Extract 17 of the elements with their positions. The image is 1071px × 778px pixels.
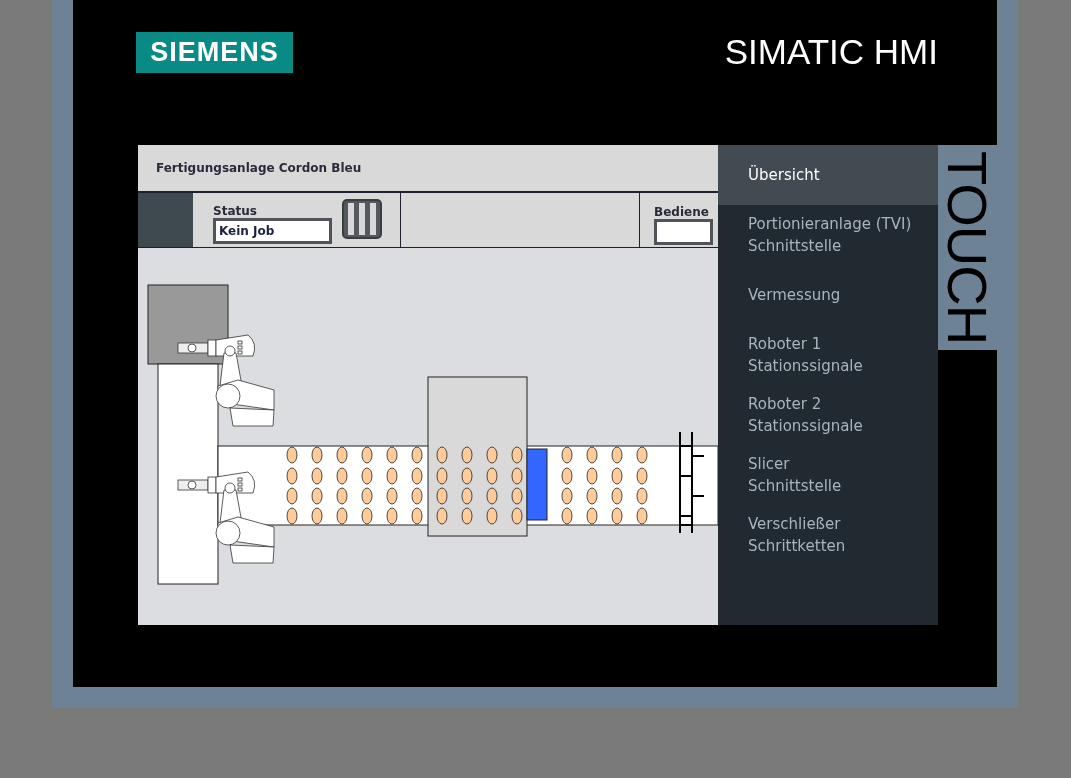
menu-item[interactable]: Vermessung — [718, 265, 938, 325]
touch-badge: TOUCH — [938, 145, 997, 350]
header-block — [138, 192, 193, 247]
operator-field — [654, 219, 713, 245]
product-name: SIMATIC HMI — [724, 32, 938, 72]
brand-logo: SIEMENS — [136, 32, 293, 73]
status-field: Kein Job — [213, 218, 332, 244]
columns-icon[interactable] — [342, 199, 382, 239]
status-label: Status — [213, 204, 258, 218]
operator-label: Bediene — [654, 205, 710, 219]
menu-item[interactable]: Roboter 1 Stationssignale — [718, 325, 938, 385]
menu-item[interactable]: Übersicht — [718, 145, 938, 205]
menu-item[interactable]: Portionieranlage (TVI) Schnittstelle — [718, 205, 938, 265]
menu-item[interactable]: Roboter 2 Stationssignale — [718, 385, 938, 445]
menu-item[interactable]: Verschließer Schrittketten — [718, 505, 938, 565]
screen-title: Fertigungsanlage Cordon Bleu — [156, 160, 362, 175]
menu-item[interactable]: Slicer Schnittstelle — [718, 445, 938, 505]
